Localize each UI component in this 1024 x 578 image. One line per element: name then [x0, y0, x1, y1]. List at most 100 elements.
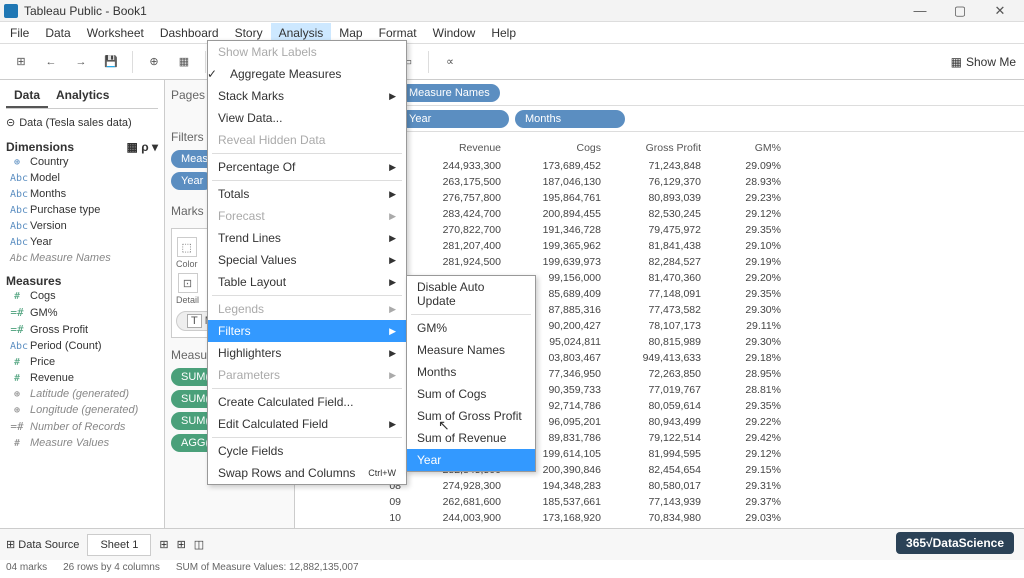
smi-gm[interactable]: GM% [407, 317, 535, 339]
new-sheet-icon[interactable]: ▦ [171, 49, 197, 75]
maximize-button[interactable]: ▢ [940, 3, 980, 19]
new-worksheet-icon[interactable]: ⊞ [159, 538, 168, 551]
data-pane: Data Analytics ⊝Data (Tesla sales data) … [0, 80, 165, 544]
field-cogs[interactable]: #Cogs [6, 288, 158, 304]
field-measure-names[interactable]: AbcMeasure Names [6, 250, 158, 266]
abc-icon: Abc [10, 221, 24, 232]
smi-months[interactable]: Months [407, 361, 535, 383]
field-period-count[interactable]: AbcPeriod (Count) [6, 338, 158, 354]
calc-icon: =# [10, 306, 24, 319]
mi-forecast[interactable]: Forecast▶ [208, 205, 406, 227]
field-gm[interactable]: =#GM% [6, 304, 158, 321]
field-year[interactable]: AbcYear [6, 234, 158, 250]
table-row: 276,757,800195,864,76180,893,03929.23% [355, 190, 1024, 206]
smi-year[interactable]: Year [407, 449, 535, 471]
datasource[interactable]: ⊝Data (Tesla sales data) [6, 113, 158, 132]
hash-icon: # [10, 438, 24, 449]
field-country[interactable]: ⊕Country [6, 154, 158, 170]
mi-totals[interactable]: Totals▶ [208, 183, 406, 205]
field-purchase-type[interactable]: AbcPurchase type [6, 202, 158, 218]
field-revenue[interactable]: #Revenue [6, 370, 158, 386]
mi-reveal-hidden[interactable]: Reveal Hidden Data [208, 129, 406, 151]
table-row: 09262,681,600185,537,66177,143,93929.37% [355, 494, 1024, 510]
new-data-icon[interactable]: ⊕ [141, 49, 167, 75]
mi-show-mark-labels[interactable]: Show Mark Labels [208, 41, 406, 63]
mi-create-calc[interactable]: Create Calculated Field... [208, 391, 406, 413]
status-sum: SUM of Measure Values: 12,882,135,007 [176, 562, 359, 576]
new-dashboard-icon[interactable]: ⊞ [177, 538, 186, 551]
rows-pill-months[interactable]: Months [515, 110, 625, 128]
mi-edit-calc[interactable]: Edit Calculated Field▶ [208, 413, 406, 435]
abc-icon: Abc [10, 253, 24, 264]
field-measure-values[interactable]: #Measure Values [6, 435, 158, 451]
calc-icon: =# [10, 323, 24, 336]
close-button[interactable]: ✕ [980, 3, 1020, 19]
mi-aggregate-measures[interactable]: ✓Aggregate Measures [208, 63, 406, 85]
hash-icon: # [10, 373, 24, 384]
app-icon [4, 4, 18, 18]
rows-pill-year[interactable]: Year [399, 110, 509, 128]
field-longitude[interactable]: ⊕Longitude (generated) [6, 402, 158, 418]
chevron-right-icon: ▶ [389, 189, 396, 200]
save-icon[interactable]: 💾 [98, 49, 124, 75]
smi-sum-cogs[interactable]: Sum of Cogs [407, 383, 535, 405]
chevron-right-icon: ▶ [389, 304, 396, 315]
mi-highlighters[interactable]: Highlighters▶ [208, 342, 406, 364]
brand-watermark: 365√DataScience [896, 532, 1014, 554]
mi-percentage-of[interactable]: Percentage Of▶ [208, 156, 406, 178]
field-model[interactable]: AbcModel [6, 170, 158, 186]
columns-pill[interactable]: Measure Names [399, 84, 500, 102]
table-row: 281,924,500199,639,97382,284,52729.19% [355, 254, 1024, 270]
field-gross-profit[interactable]: =#Gross Profit [6, 321, 158, 338]
calc-icon: =# [10, 420, 24, 433]
check-icon: ✓ [205, 67, 219, 81]
mi-trend-lines[interactable]: Trend Lines▶ [208, 227, 406, 249]
smi-measure-names[interactable]: Measure Names [407, 339, 535, 361]
color-icon[interactable]: ⬚ [177, 237, 197, 257]
detail-icon[interactable]: ⊡ [178, 273, 198, 293]
menu-data[interactable]: Data [37, 23, 78, 43]
show-me-button[interactable]: ▦Show Me [951, 55, 1016, 69]
status-rowcol: 26 rows by 4 columns [63, 562, 160, 576]
table-row: 270,822,700191,346,72879,475,97229.35% [355, 222, 1024, 238]
mi-special-values[interactable]: Special Values▶ [208, 249, 406, 271]
data-source-tab[interactable]: ⊞ Data Source [6, 538, 79, 551]
forward-icon[interactable]: → [68, 49, 94, 75]
smi-disable-auto[interactable]: Disable Auto Update [407, 276, 535, 312]
smi-sum-revenue[interactable]: Sum of Revenue [407, 427, 535, 449]
menu-file[interactable]: File [2, 23, 37, 43]
mi-filters[interactable]: Filters▶ [208, 320, 406, 342]
mi-cycle-fields[interactable]: Cycle Fields [208, 440, 406, 462]
mi-table-layout[interactable]: Table Layout▶ [208, 271, 406, 293]
tableau-logo-icon[interactable]: ⊞ [8, 49, 34, 75]
tab-data[interactable]: Data [6, 84, 48, 108]
view-options-icon[interactable]: ▦ ρ ▾ [127, 140, 158, 154]
minimize-button[interactable]: — [900, 3, 940, 18]
mi-legends[interactable]: Legends▶ [208, 298, 406, 320]
new-story-icon[interactable]: ◫ [194, 538, 204, 551]
smi-sum-gross-profit[interactable]: Sum of Gross Profit [407, 405, 535, 427]
back-icon[interactable]: ← [38, 49, 64, 75]
menu-help[interactable]: Help [483, 23, 524, 43]
sheet-tab[interactable]: Sheet 1 [87, 534, 151, 556]
field-price[interactable]: #Price [6, 354, 158, 370]
mi-swap[interactable]: Swap Rows and ColumnsCtrl+W [208, 462, 406, 484]
mi-parameters[interactable]: Parameters▶ [208, 364, 406, 386]
chevron-right-icon: ▶ [389, 233, 396, 244]
chevron-right-icon: ▶ [389, 419, 396, 430]
menu-worksheet[interactable]: Worksheet [79, 23, 152, 43]
field-records[interactable]: =#Number of Records [6, 418, 158, 435]
field-months[interactable]: AbcMonths [6, 186, 158, 202]
field-latitude[interactable]: ⊕Latitude (generated) [6, 386, 158, 402]
field-version[interactable]: AbcVersion [6, 218, 158, 234]
globe-icon: ⊕ [10, 405, 24, 416]
menu-window[interactable]: Window [425, 23, 484, 43]
mi-stack-marks[interactable]: Stack Marks▶ [208, 85, 406, 107]
mi-view-data[interactable]: View Data... [208, 107, 406, 129]
abc-icon: Abc [10, 189, 24, 200]
share-icon[interactable]: ∝ [437, 49, 463, 75]
abc-icon: Abc [10, 237, 24, 248]
tab-analytics[interactable]: Analytics [48, 84, 117, 108]
chevron-right-icon: ▶ [389, 162, 396, 173]
window-title: Tableau Public - Book1 [24, 4, 900, 18]
